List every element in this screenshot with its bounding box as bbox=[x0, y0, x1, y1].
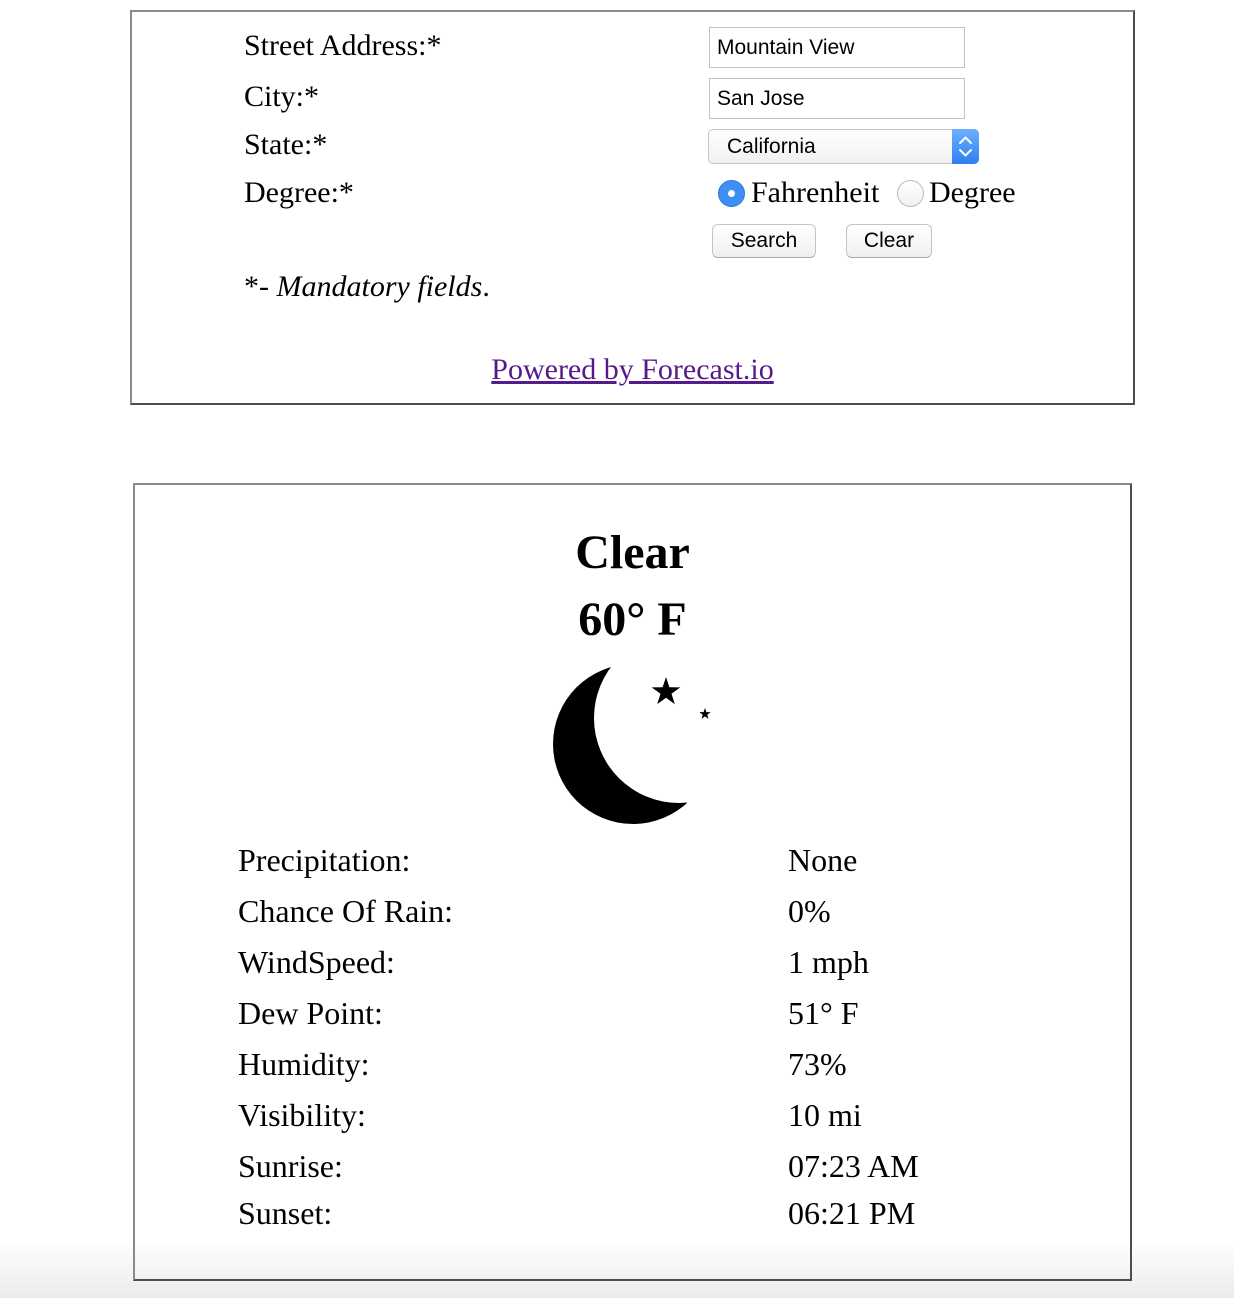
powered-by-link[interactable]: Powered by Forecast.io bbox=[491, 353, 773, 386]
degree-radio[interactable] bbox=[897, 180, 924, 207]
fahrenheit-radio-label[interactable]: Fahrenheit bbox=[751, 175, 879, 211]
street-address-input[interactable] bbox=[709, 27, 965, 68]
search-form-panel: Street Address:* City:* State:* Californ… bbox=[130, 10, 1135, 405]
street-address-label: Street Address:* bbox=[244, 29, 442, 62]
weather-summary: Clear bbox=[575, 526, 690, 579]
detail-value: None bbox=[788, 842, 858, 878]
detail-label: Dew Point: bbox=[238, 995, 383, 1031]
degree-radio-label[interactable]: Degree bbox=[929, 175, 1016, 211]
mandatory-prefix: *- bbox=[244, 270, 277, 303]
state-select[interactable]: California bbox=[708, 129, 979, 164]
detail-label: Precipitation: bbox=[238, 842, 411, 878]
detail-value: 73% bbox=[788, 1046, 847, 1082]
select-arrows-icon[interactable] bbox=[952, 129, 979, 164]
detail-label: Sunset: bbox=[238, 1195, 333, 1231]
detail-value: 51° F bbox=[788, 995, 859, 1031]
weather-result-panel: Clear 60° F Precipitation: None Chance O… bbox=[133, 483, 1132, 1281]
clear-night-moon-stars-icon bbox=[553, 664, 713, 824]
detail-value: 1 mph bbox=[788, 944, 869, 980]
state-select-value: California bbox=[727, 135, 816, 158]
detail-value: 10 mi bbox=[788, 1097, 862, 1133]
current-temperature: 60° F bbox=[578, 593, 687, 646]
detail-value: 07:23 AM bbox=[788, 1148, 919, 1184]
detail-label: Sunrise: bbox=[238, 1148, 343, 1184]
degree-label: Degree:* bbox=[244, 176, 354, 209]
city-input[interactable] bbox=[709, 78, 965, 119]
fahrenheit-radio[interactable] bbox=[718, 180, 745, 207]
powered-by-footer: Powered by Forecast.io bbox=[132, 352, 1133, 388]
mandatory-suffix: . bbox=[482, 270, 490, 303]
detail-label: Chance Of Rain: bbox=[238, 893, 454, 929]
clear-button[interactable]: Clear bbox=[846, 224, 932, 258]
mandatory-text: Mandatory fields bbox=[276, 270, 483, 303]
detail-value: 0% bbox=[788, 893, 831, 929]
state-label: State:* bbox=[244, 128, 328, 161]
detail-label: Humidity: bbox=[238, 1046, 370, 1082]
detail-value: 06:21 PM bbox=[788, 1195, 916, 1231]
city-label: City:* bbox=[244, 80, 320, 113]
detail-label: WindSpeed: bbox=[238, 944, 395, 980]
detail-label: Visibility: bbox=[238, 1097, 366, 1133]
mandatory-fields-note: *- Mandatory fields. bbox=[244, 269, 490, 305]
search-button[interactable]: Search bbox=[712, 224, 816, 258]
